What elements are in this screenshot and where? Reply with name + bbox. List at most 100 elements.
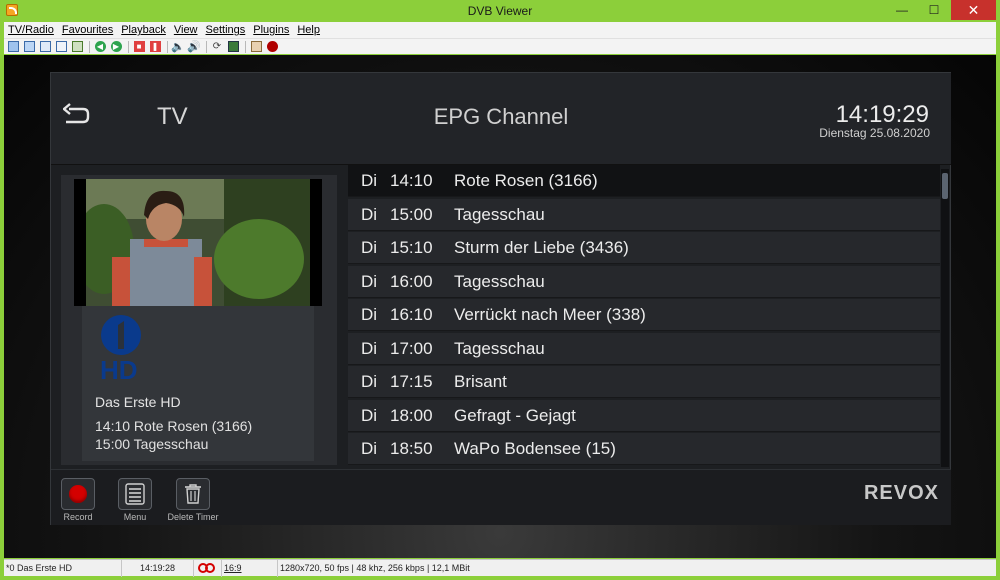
recordings-icon[interactable] bbox=[226, 40, 240, 54]
epg-time: 16:00 bbox=[390, 271, 433, 291]
das-erste-hd-logo: HD bbox=[100, 315, 141, 381]
osd-footer: Record Menu Delete Timer REVOX bbox=[51, 469, 951, 525]
toolbar-separator bbox=[245, 40, 246, 53]
status-aspect: 16:9 bbox=[222, 560, 278, 577]
menu-button[interactable] bbox=[118, 478, 152, 510]
app-window: DVB Viewer — ☐ ✕ TV/Radio Favourites Pla… bbox=[0, 0, 1000, 580]
status-time: 14:19:28 bbox=[122, 560, 194, 577]
svg-text:HD: HD bbox=[100, 355, 138, 381]
record-icon bbox=[69, 485, 87, 503]
channel-info-pane: HD Das Erste HD 14:10 Rote Rosen (3166) … bbox=[61, 175, 337, 465]
epg-title: Gefragt - Gejagt bbox=[454, 405, 576, 425]
clock: 14:19:29 bbox=[835, 101, 929, 128]
epg-day: Di bbox=[361, 371, 378, 391]
window-icon[interactable] bbox=[38, 40, 52, 54]
menu-help[interactable]: Help bbox=[293, 24, 324, 36]
epg-day: Di bbox=[361, 438, 378, 458]
page-title: EPG Channel bbox=[433, 104, 569, 129]
toolbar-separator bbox=[167, 40, 168, 53]
epg-row[interactable]: Di 15:00 Tagesschau bbox=[348, 199, 940, 231]
epg-row[interactable]: Di 18:00 Gefragt - Gejagt bbox=[348, 400, 940, 432]
epg-time: 18:50 bbox=[390, 438, 433, 458]
epg-day: Di bbox=[361, 237, 378, 257]
status-stream-info: 1280x720, 50 fps | 48 khz, 256 kbps | 12… bbox=[280, 563, 470, 573]
osd-icon[interactable] bbox=[6, 40, 20, 54]
fullscreen-icon[interactable] bbox=[22, 40, 36, 54]
volume-up-icon[interactable]: 🔊 bbox=[187, 40, 201, 54]
epg-row[interactable]: Di 17:00 Tagesschau bbox=[348, 333, 940, 365]
epg-row[interactable]: Di 16:00 Tagesschau bbox=[348, 266, 940, 298]
epg-time: 14:10 bbox=[390, 170, 433, 190]
record-button[interactable] bbox=[61, 478, 95, 510]
epg-title: Tagesschau bbox=[454, 338, 545, 358]
menu-tv-radio[interactable]: TV/Radio bbox=[4, 24, 58, 36]
epg-row[interactable]: Di 15:10 Sturm der Liebe (3436) bbox=[348, 232, 940, 264]
preview-scene bbox=[74, 179, 322, 306]
minimize-button[interactable]: — bbox=[888, 0, 916, 20]
now-playing: 14:10 Rote Rosen (3166) bbox=[95, 418, 253, 434]
epg-title: WaPo Bodensee (15) bbox=[454, 438, 616, 458]
epg-row[interactable]: Di 17:15 Brisant bbox=[348, 366, 940, 398]
channel-list-icon[interactable] bbox=[70, 40, 84, 54]
epg-time: 18:00 bbox=[390, 405, 433, 425]
timeshift-icon[interactable]: ⟳ bbox=[210, 40, 224, 54]
menu-playback[interactable]: Playback bbox=[117, 24, 170, 36]
menu-bar: TV/Radio Favourites Playback View Settin… bbox=[4, 22, 996, 38]
recording-indicator-icon bbox=[194, 560, 222, 577]
epg-day: Di bbox=[361, 271, 378, 291]
channel-name: Das Erste HD bbox=[95, 394, 181, 410]
next-icon[interactable]: ▶ bbox=[109, 40, 123, 54]
status-channel: *0 Das Erste HD bbox=[4, 560, 122, 577]
epg-osd-panel: TV EPG Channel 14:19:29 Dienstag 25.08.2… bbox=[50, 72, 951, 525]
title-bar[interactable]: DVB Viewer — ☐ ✕ bbox=[0, 0, 1000, 22]
epg-row-selected[interactable]: Di 14:10 Rote Rosen (3166) bbox=[348, 165, 940, 197]
epg-time: 15:00 bbox=[390, 204, 433, 224]
toolbar: ◀ ▶ ■ ❚ 🔈 🔊 ⟳ bbox=[4, 38, 996, 54]
delete-timer-label: Delete Timer bbox=[167, 512, 219, 522]
epg-day: Di bbox=[361, 405, 378, 425]
menu-plugins[interactable]: Plugins bbox=[249, 24, 293, 36]
delete-timer-button[interactable] bbox=[176, 478, 210, 510]
revox-logo: REVOX bbox=[863, 482, 939, 504]
live-preview-image[interactable] bbox=[74, 179, 322, 306]
maximize-button[interactable]: ☐ bbox=[920, 0, 948, 20]
menu-favourites[interactable]: Favourites bbox=[58, 24, 117, 36]
epg-day: Di bbox=[361, 170, 378, 190]
epg-icon[interactable] bbox=[54, 40, 68, 54]
pause-icon[interactable]: ❚ bbox=[148, 40, 162, 54]
menu-icon bbox=[125, 483, 145, 505]
stop-icon[interactable]: ■ bbox=[132, 40, 146, 54]
epg-title: Rote Rosen (3166) bbox=[454, 170, 598, 190]
epg-row[interactable]: Di 18:50 WaPo Bodensee (15) bbox=[348, 433, 940, 465]
date: Dienstag 25.08.2020 bbox=[819, 126, 930, 140]
scrollbar-thumb[interactable] bbox=[942, 173, 948, 199]
settings-icon[interactable] bbox=[249, 40, 263, 54]
trash-icon bbox=[185, 484, 201, 504]
toolbar-separator bbox=[206, 40, 207, 53]
epg-title: Verrückt nach Meer (338) bbox=[454, 304, 646, 324]
menu-view[interactable]: View bbox=[170, 24, 202, 36]
next-program: 15:00 Tagesschau bbox=[95, 436, 209, 452]
close-button[interactable]: ✕ bbox=[951, 0, 996, 20]
epg-title: Tagesschau bbox=[454, 204, 545, 224]
status-bar: *0 Das Erste HD 14:19:28 16:9 1280x720, … bbox=[4, 559, 996, 577]
epg-time: 17:00 bbox=[390, 338, 433, 358]
epg-title: Tagesschau bbox=[454, 271, 545, 291]
epg-scrollbar[interactable] bbox=[941, 169, 949, 467]
epg-row[interactable]: Di 16:10 Verrückt nach Meer (338) bbox=[348, 299, 940, 331]
volume-down-icon[interactable]: 🔈 bbox=[171, 40, 185, 54]
record-icon[interactable] bbox=[265, 40, 279, 54]
epg-day: Di bbox=[361, 304, 378, 324]
epg-title: Brisant bbox=[454, 371, 507, 391]
toolbar-separator bbox=[89, 40, 90, 53]
epg-title: Sturm der Liebe (3436) bbox=[454, 237, 629, 257]
epg-day: Di bbox=[361, 338, 378, 358]
previous-icon[interactable]: ◀ bbox=[93, 40, 107, 54]
toolbar-separator bbox=[128, 40, 129, 53]
osd-header: TV EPG Channel 14:19:29 Dienstag 25.08.2… bbox=[51, 73, 951, 165]
epg-time: 15:10 bbox=[390, 237, 433, 257]
window-title: DVB Viewer bbox=[467, 4, 533, 18]
menu-settings[interactable]: Settings bbox=[202, 24, 250, 36]
epg-time: 17:15 bbox=[390, 371, 433, 391]
epg-list: Di 14:10 Rote Rosen (3166) Di 15:00 Tage… bbox=[348, 165, 940, 467]
